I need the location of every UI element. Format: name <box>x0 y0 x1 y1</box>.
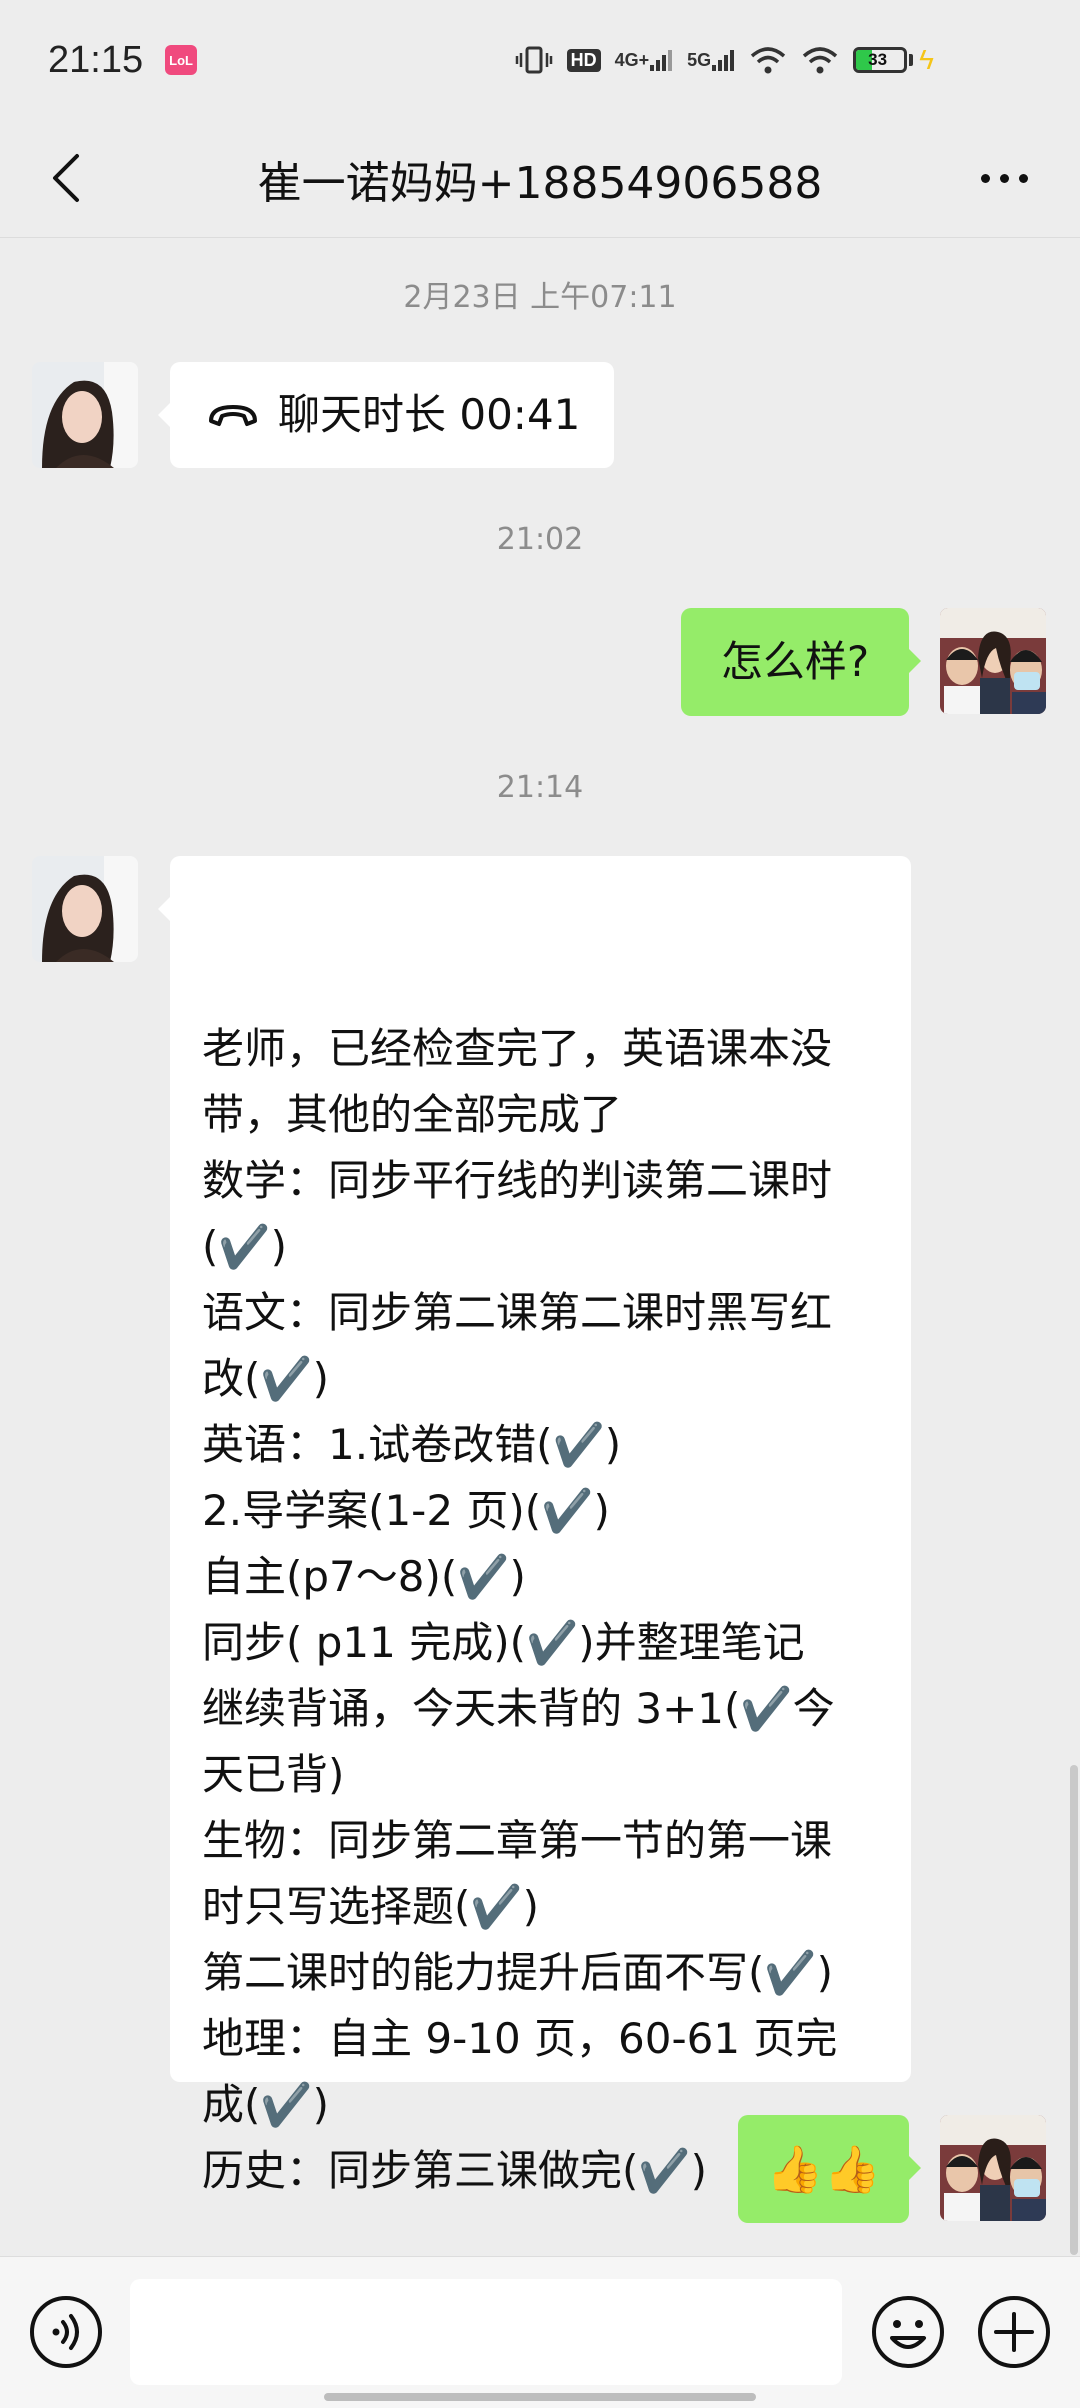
signal-4g-icon: 4G+ <box>615 47 674 73</box>
more-functions-button[interactable] <box>976 2294 1052 2370</box>
contact-avatar[interactable] <box>32 362 138 468</box>
app-notification-icon: LoL <box>165 45 198 75</box>
chat-title: 崔一诺妈妈+18854906588 <box>257 157 823 209</box>
voice-icon <box>30 2296 102 2368</box>
input-bar <box>0 2256 1080 2408</box>
message-text: 怎么样? <box>720 637 870 686</box>
hotspot-icon <box>801 45 839 75</box>
hd-icon: HD <box>566 48 601 72</box>
my-avatar[interactable] <box>940 2115 1046 2221</box>
call-duration-text: 聊天时长 00:41 <box>278 390 581 439</box>
voice-button[interactable] <box>28 2294 104 2370</box>
my-message-bubble[interactable]: 怎么样? <box>681 608 921 716</box>
status-time: 21:15 <box>48 38 144 81</box>
phone-hangup-icon <box>206 401 260 429</box>
home-indicator[interactable] <box>324 2393 756 2401</box>
message-timestamp: 21:14 <box>496 770 584 805</box>
call-record-bubble[interactable]: 聊天时长 00:41 <box>158 362 615 468</box>
battery-icon: 33 <box>853 47 914 73</box>
emoji-icon <box>872 2296 944 2368</box>
chat-header: 崔一诺妈妈+18854906588 <box>0 120 1080 238</box>
message-timestamp: 21:02 <box>496 522 584 557</box>
more-button[interactable] <box>964 148 1044 208</box>
message-text: 老师，已经检查完了，英语课本没 带，其他的全部完成了 数学：同步平行线的判读第二… <box>202 1024 838 2195</box>
thumbs-up-emoji: 👍👍 <box>766 2142 881 2196</box>
plus-icon <box>978 2296 1050 2368</box>
signal-5g-icon: 5G <box>687 47 735 73</box>
vibrate-icon <box>515 45 553 75</box>
status-bar: 21:15 LoL HD 4G+ 5G 33 ϟ <box>0 0 1080 120</box>
message-input[interactable] <box>130 2279 842 2385</box>
back-button[interactable] <box>36 148 96 208</box>
status-icons: HD 4G+ 5G 33 ϟ <box>515 38 934 82</box>
more-dots-icon <box>980 173 990 183</box>
my-message-bubble[interactable]: 👍👍 <box>738 2115 921 2223</box>
contact-avatar[interactable] <box>32 856 138 962</box>
my-avatar[interactable] <box>940 608 1046 714</box>
scrollbar[interactable] <box>1070 1765 1078 2255</box>
wifi-icon <box>749 45 787 75</box>
emoji-button[interactable] <box>870 2294 946 2370</box>
message-timestamp: 2月23日 上午07:11 <box>403 280 677 315</box>
contact-message-bubble[interactable]: 老师，已经检查完了，英语课本没 带，其他的全部完成了 数学：同步平行线的判读第二… <box>158 856 911 2195</box>
charging-icon: ϟ <box>919 44 934 75</box>
chevron-left-icon <box>53 154 79 202</box>
